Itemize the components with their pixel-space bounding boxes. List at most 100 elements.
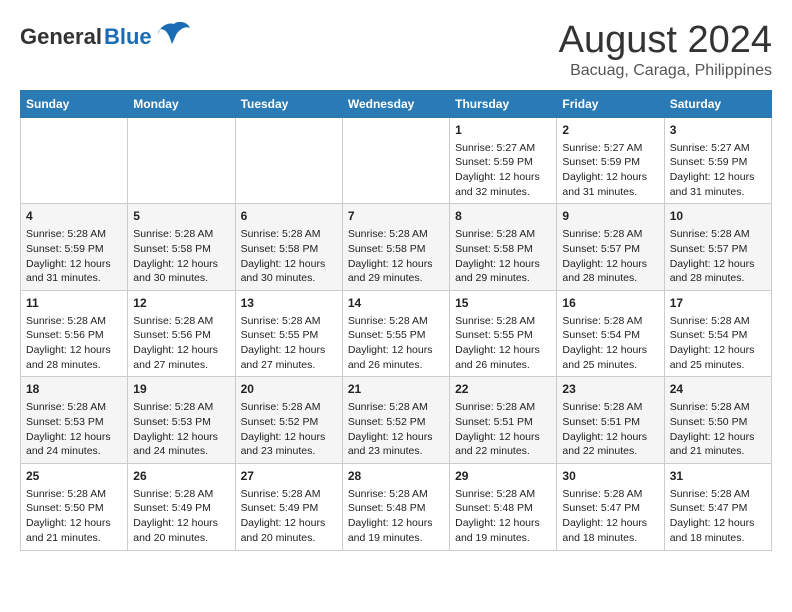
day-header-wednesday: Wednesday bbox=[342, 90, 449, 117]
month-title: August 2024 bbox=[559, 20, 772, 62]
calendar-cell bbox=[235, 117, 342, 204]
day-number: 26 bbox=[133, 468, 229, 485]
calendar-cell: 17 Sunrise: 5:28 AMSunset: 5:54 PMDayligh… bbox=[664, 290, 771, 377]
cell-text: and 19 minutes. bbox=[455, 531, 551, 546]
cell-text: and 20 minutes. bbox=[241, 531, 337, 546]
calendar-cell bbox=[21, 117, 128, 204]
day-number: 15 bbox=[455, 295, 551, 312]
cell-text: Sunrise: 5:28 AM bbox=[670, 314, 766, 329]
cell-text: and 31 minutes. bbox=[562, 185, 658, 200]
calendar-cell: 25Sunrise: 5:28 AMSunset: 5:50 PMDayligh… bbox=[21, 463, 128, 550]
day-number: 1 bbox=[455, 122, 551, 139]
day-number: 18 bbox=[26, 381, 122, 398]
cell-text: Sunset: 5:51 PM bbox=[455, 415, 551, 430]
cell-text: Sunrise: 5:28 AM bbox=[348, 400, 444, 415]
day-number: 5 bbox=[133, 208, 229, 225]
cell-text: Sunset: 5:47 PM bbox=[562, 501, 658, 516]
cell-text: Sunset: 5:55 PM bbox=[241, 328, 337, 343]
cell-text: Daylight: 12 hours bbox=[455, 516, 551, 531]
cell-text: Sunrise: 5:27 AM bbox=[455, 141, 551, 156]
cell-text: Daylight: 12 hours bbox=[670, 343, 766, 358]
cell-text: and 28 minutes. bbox=[670, 271, 766, 286]
day-header-tuesday: Tuesday bbox=[235, 90, 342, 117]
week-row-1: 4Sunrise: 5:28 AMSunset: 5:59 PMDaylight… bbox=[21, 204, 772, 291]
day-number: 19 bbox=[133, 381, 229, 398]
cell-text: and 23 minutes. bbox=[348, 444, 444, 459]
day-number: 20 bbox=[241, 381, 337, 398]
calendar-cell: 15Sunrise: 5:28 AMSunset: 5:55 PMDayligh… bbox=[450, 290, 557, 377]
cell-text: and 28 minutes. bbox=[562, 271, 658, 286]
logo-blue-text: Blue bbox=[104, 24, 152, 50]
cell-text: Daylight: 12 hours bbox=[562, 516, 658, 531]
cell-text: and 24 minutes. bbox=[26, 444, 122, 459]
cell-text: Daylight: 12 hours bbox=[241, 430, 337, 445]
cell-text: and 26 minutes. bbox=[455, 358, 551, 373]
cell-text: Sunset: 5:59 PM bbox=[455, 155, 551, 170]
cell-text: Sunset: 5:58 PM bbox=[348, 242, 444, 257]
cell-text: Daylight: 12 hours bbox=[348, 257, 444, 272]
calendar-cell: 7Sunrise: 5:28 AMSunset: 5:58 PMDaylight… bbox=[342, 204, 449, 291]
cell-text: Sunset: 5:48 PM bbox=[455, 501, 551, 516]
day-number: 17 bbox=[670, 295, 766, 312]
day-number: 30 bbox=[562, 468, 658, 485]
cell-text: Sunset: 5:56 PM bbox=[26, 328, 122, 343]
location-title: Bacuag, Caraga, Philippines bbox=[559, 62, 772, 80]
cell-text: and 24 minutes. bbox=[133, 444, 229, 459]
cell-text: and 23 minutes. bbox=[241, 444, 337, 459]
day-number: 28 bbox=[348, 468, 444, 485]
cell-text: and 31 minutes. bbox=[26, 271, 122, 286]
cell-text: Sunrise: 5:28 AM bbox=[26, 314, 122, 329]
cell-text: Sunrise: 5:28 AM bbox=[241, 227, 337, 242]
cell-text: Daylight: 12 hours bbox=[241, 343, 337, 358]
calendar-cell: 12Sunrise: 5:28 AMSunset: 5:56 PMDayligh… bbox=[128, 290, 235, 377]
cell-text: Sunrise: 5:28 AM bbox=[562, 227, 658, 242]
calendar-cell: 19Sunrise: 5:28 AMSunset: 5:53 PMDayligh… bbox=[128, 377, 235, 464]
cell-text: and 22 minutes. bbox=[455, 444, 551, 459]
cell-text: Daylight: 12 hours bbox=[562, 257, 658, 272]
calendar-cell: 9Sunrise: 5:28 AMSunset: 5:57 PMDaylight… bbox=[557, 204, 664, 291]
calendar-cell bbox=[342, 117, 449, 204]
cell-text: Daylight: 12 hours bbox=[670, 430, 766, 445]
calendar-cell bbox=[128, 117, 235, 204]
cell-text: Sunset: 5:52 PM bbox=[348, 415, 444, 430]
calendar-cell: 23Sunrise: 5:28 AMSunset: 5:51 PMDayligh… bbox=[557, 377, 664, 464]
calendar-cell: 11Sunrise: 5:28 AMSunset: 5:56 PMDayligh… bbox=[21, 290, 128, 377]
cell-text: Sunrise: 5:28 AM bbox=[26, 227, 122, 242]
day-number: 21 bbox=[348, 381, 444, 398]
cell-text: and 32 minutes. bbox=[455, 185, 551, 200]
cell-text: and 18 minutes. bbox=[670, 531, 766, 546]
calendar-cell: 13Sunrise: 5:28 AMSunset: 5:55 PMDayligh… bbox=[235, 290, 342, 377]
cell-text: and 25 minutes. bbox=[562, 358, 658, 373]
cell-text: Sunset: 5:54 PM bbox=[670, 328, 766, 343]
calendar-cell: 26Sunrise: 5:28 AMSunset: 5:49 PMDayligh… bbox=[128, 463, 235, 550]
cell-text: Sunset: 5:58 PM bbox=[455, 242, 551, 257]
day-header-sunday: Sunday bbox=[21, 90, 128, 117]
cell-text: Sunrise: 5:28 AM bbox=[241, 400, 337, 415]
cell-text: and 28 minutes. bbox=[26, 358, 122, 373]
cell-text: and 18 minutes. bbox=[562, 531, 658, 546]
cell-text: Daylight: 12 hours bbox=[26, 257, 122, 272]
day-number: 16 bbox=[562, 295, 658, 312]
cell-text: Daylight: 12 hours bbox=[133, 516, 229, 531]
cell-text: and 29 minutes. bbox=[455, 271, 551, 286]
cell-text: and 31 minutes. bbox=[670, 185, 766, 200]
cell-text: and 26 minutes. bbox=[348, 358, 444, 373]
cell-text: Daylight: 12 hours bbox=[348, 343, 444, 358]
calendar-cell: 5Sunrise: 5:28 AMSunset: 5:58 PMDaylight… bbox=[128, 204, 235, 291]
day-number: 23 bbox=[562, 381, 658, 398]
week-row-4: 25Sunrise: 5:28 AMSunset: 5:50 PMDayligh… bbox=[21, 463, 772, 550]
day-number: 25 bbox=[26, 468, 122, 485]
cell-text: Daylight: 12 hours bbox=[133, 343, 229, 358]
title-area: August 2024 Bacuag, Caraga, Philippines bbox=[559, 20, 772, 80]
cell-text: Sunset: 5:59 PM bbox=[562, 155, 658, 170]
day-number: 10 bbox=[670, 208, 766, 225]
day-number: 31 bbox=[670, 468, 766, 485]
cell-text: Sunrise: 5:28 AM bbox=[455, 400, 551, 415]
cell-text: Sunrise: 5:28 AM bbox=[348, 314, 444, 329]
cell-text: Sunrise: 5:27 AM bbox=[670, 141, 766, 156]
calendar-cell: 27Sunrise: 5:28 AMSunset: 5:49 PMDayligh… bbox=[235, 463, 342, 550]
header: General Blue August 2024 Bacuag, Caraga,… bbox=[20, 20, 772, 80]
calendar-cell: 30Sunrise: 5:28 AMSunset: 5:47 PMDayligh… bbox=[557, 463, 664, 550]
cell-text: Daylight: 12 hours bbox=[455, 430, 551, 445]
day-number: 14 bbox=[348, 295, 444, 312]
